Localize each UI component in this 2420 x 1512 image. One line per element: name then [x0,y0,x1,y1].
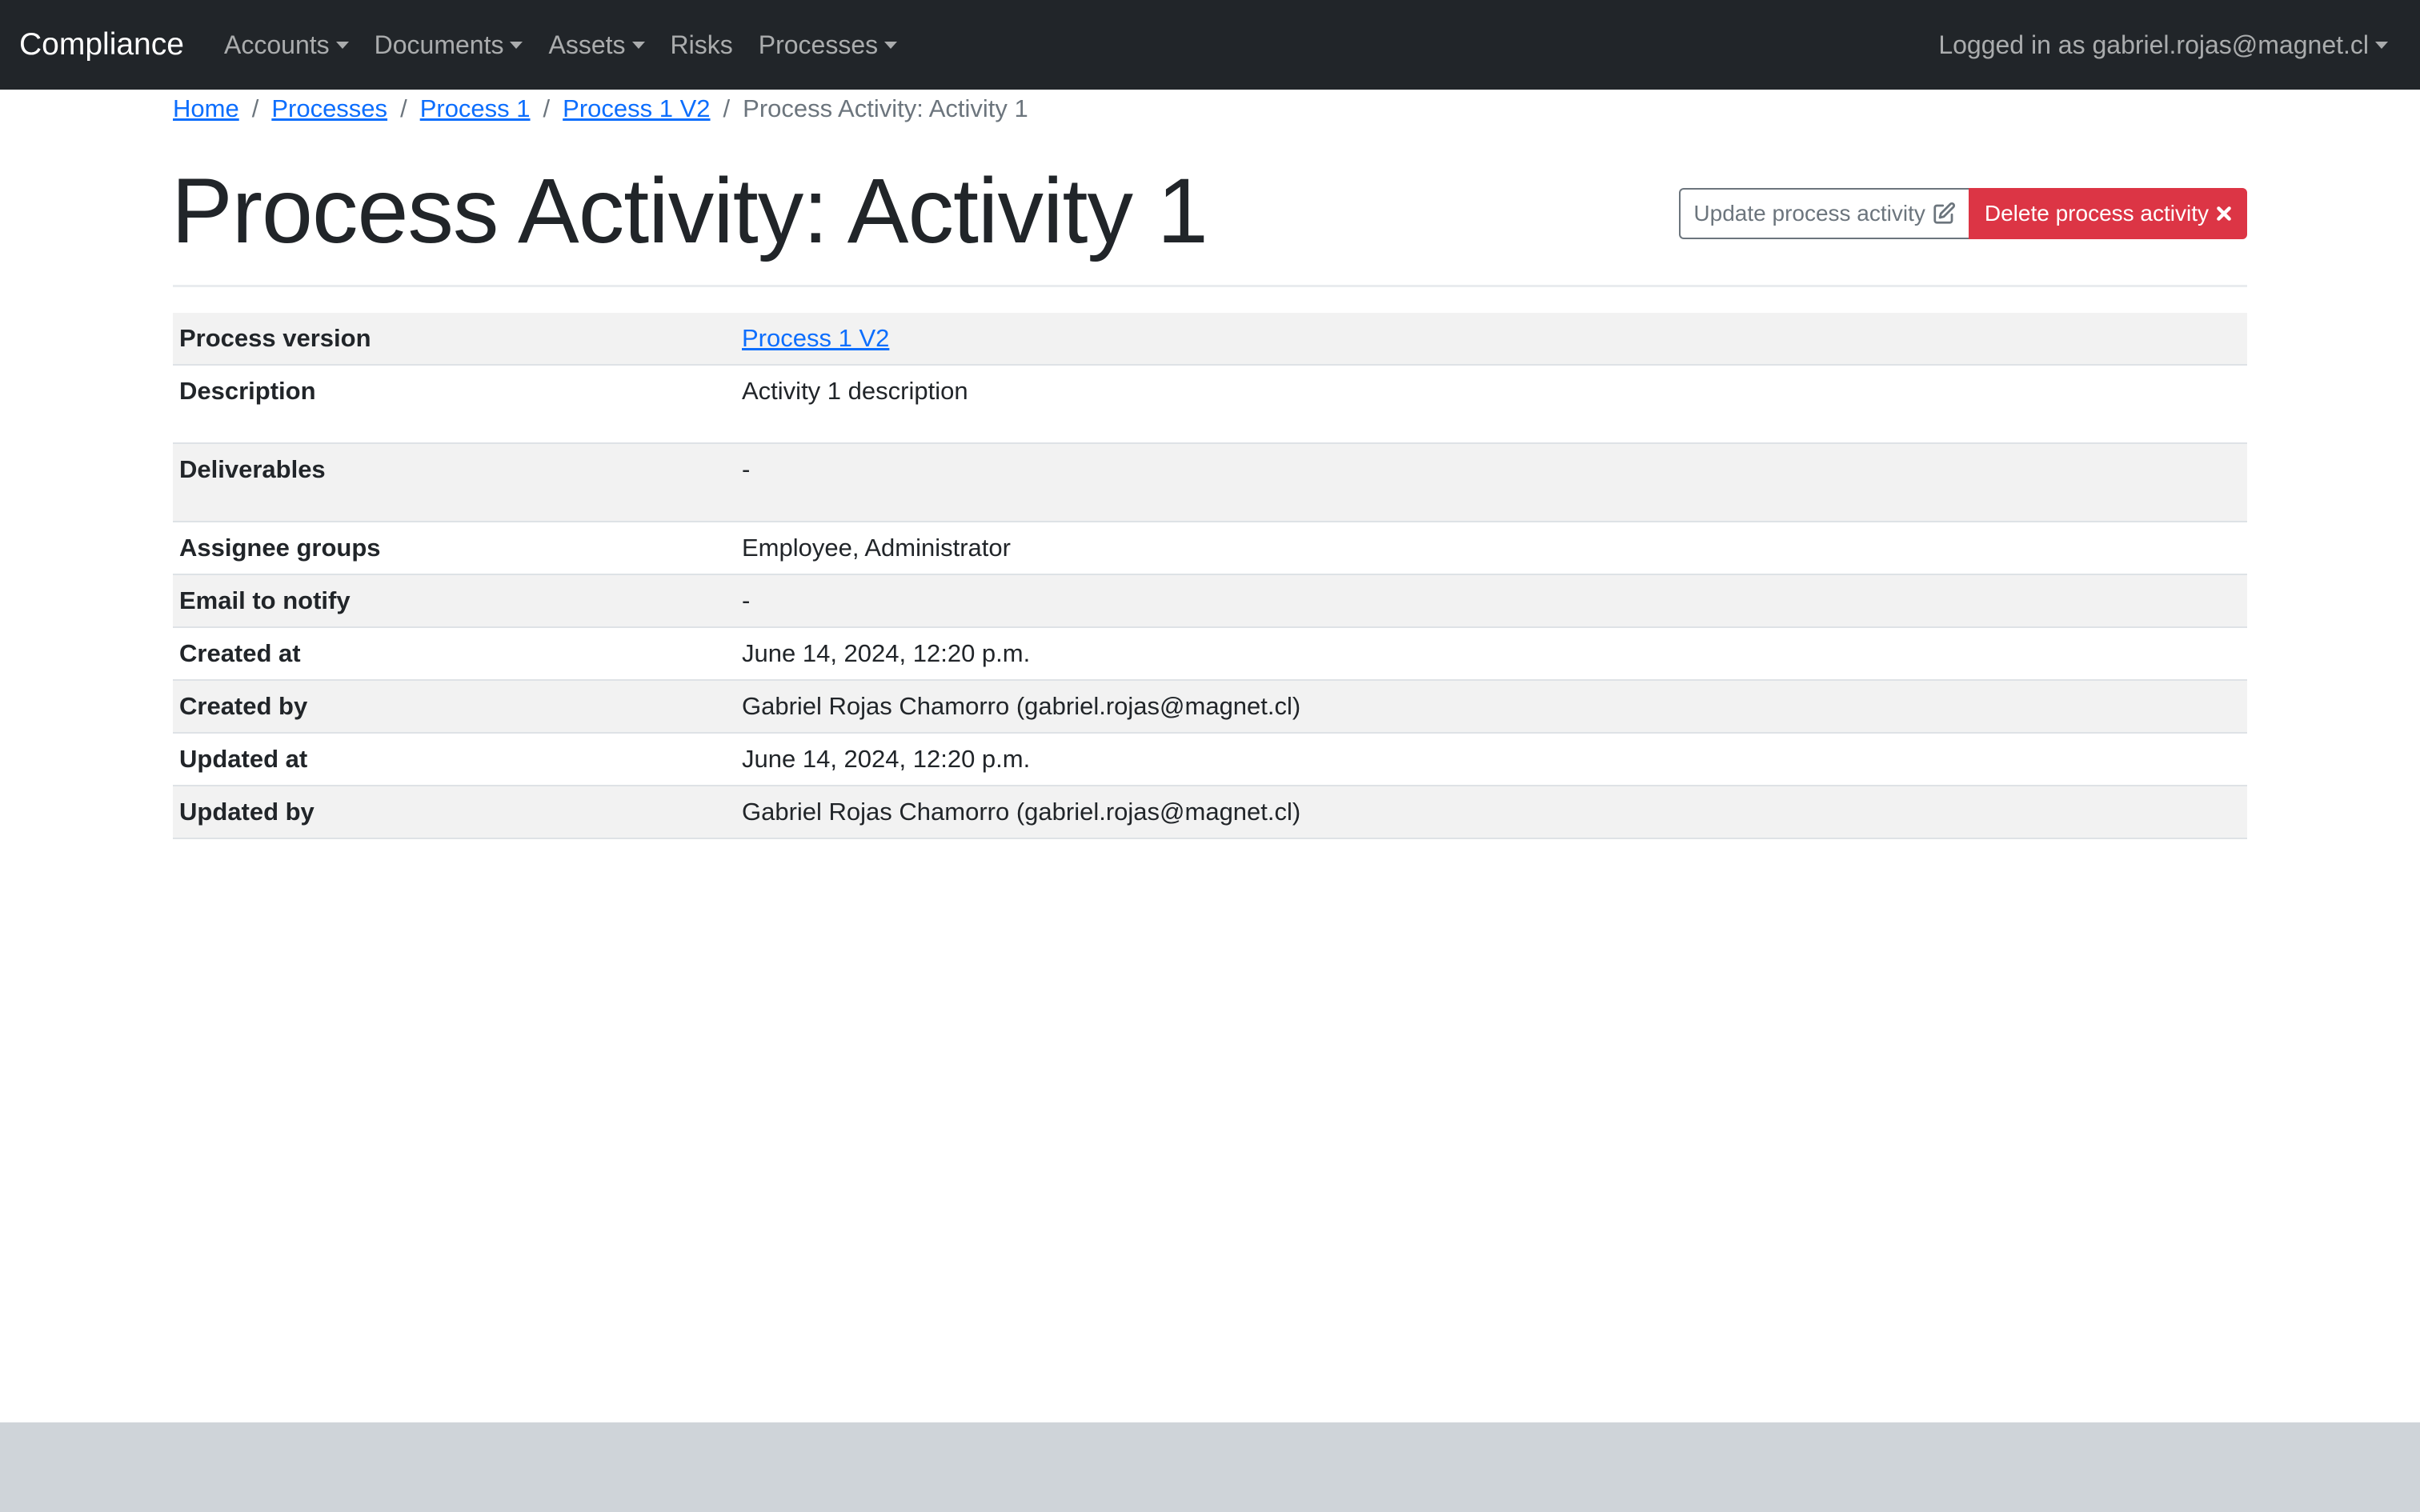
row-value: June 14, 2024, 12:20 p.m. [742,627,2247,680]
updated-at-label: Updated at [179,745,308,773]
breadcrumb-separator: / [543,94,551,122]
nav-item-label: Processes [758,30,879,59]
table-row: Email to notify - [173,574,2247,627]
breadcrumb-separator: / [251,94,259,122]
nav-item-label: Risks [670,30,733,59]
page: Compliance Accounts Documents Assets Ris… [0,0,2420,1512]
close-icon [2215,205,2233,222]
created-by-label: Created by [179,692,308,720]
breadcrumb: Home / Processes / Process 1 / Process 1… [173,93,1028,125]
created-by-value: Gabriel Rojas Chamorro (gabriel.rojas@ma… [742,692,1301,720]
nav-item-label: Assets [548,30,626,59]
table-row: Description Activity 1 description [173,365,2247,443]
updated-at-value: June 14, 2024, 12:20 p.m. [742,745,1031,773]
description-label: Description [179,377,316,405]
activity-details-table: Process version Process 1 V2 Description… [173,313,2247,839]
update-button-label: Update process activity [1693,201,1925,226]
nav-item-label: Accounts [224,30,330,59]
table-row: Assignee groups Employee, Administrator [173,522,2247,574]
deliverables-value: - [742,455,751,483]
row-label: Deliverables [173,443,742,522]
updated-by-label: Updated by [179,798,315,826]
page-title: Process Activity: Activity 1 [171,160,1208,262]
row-value: June 14, 2024, 12:20 p.m. [742,733,2247,786]
breadcrumb-process-link[interactable]: Process 1 [420,94,531,123]
user-menu-label: Logged in as gabriel.rojas@magnet.cl [1938,30,2369,59]
nav-item-assets[interactable]: Assets [548,30,645,60]
row-label: Created at [173,627,742,680]
assignee-groups-label: Assignee groups [179,534,381,562]
row-value: Employee, Administrator [742,522,2247,574]
footer [0,1422,2420,1512]
process-version-label: Process version [179,324,371,352]
email-to-notify-label: Email to notify [179,586,351,614]
table-row: Deliverables - [173,443,2247,522]
created-at-label: Created at [179,639,301,667]
email-to-notify-value: - [742,586,751,614]
row-label: Created by [173,680,742,733]
nav-item-accounts[interactable]: Accounts [224,30,349,60]
caret-down-icon [631,41,645,49]
top-navbar: Compliance Accounts Documents Assets Ris… [0,0,2420,90]
delete-process-activity-button[interactable]: Delete process activity [1968,188,2247,239]
nav-item-risks[interactable]: Risks [671,30,733,60]
created-at-value: June 14, 2024, 12:20 p.m. [742,639,1031,667]
row-label: Process version [173,313,742,365]
breadcrumb-current: Process Activity: Activity 1 [743,94,1028,122]
table-row: Created by Gabriel Rojas Chamorro (gabri… [173,680,2247,733]
user-menu[interactable]: Logged in as gabriel.rojas@magnet.cl [1938,0,2388,90]
row-value: - [742,574,2247,627]
caret-down-icon [335,41,349,49]
nav-item-processes[interactable]: Processes [758,30,898,60]
title-divider [173,285,2247,287]
table-row: Updated at June 14, 2024, 12:20 p.m. [173,733,2247,786]
delete-button-label: Delete process activity [1984,201,2209,226]
row-value: Activity 1 description [742,365,2247,443]
edit-icon [1932,202,1956,226]
table-row: Created at June 14, 2024, 12:20 p.m. [173,627,2247,680]
row-value: Gabriel Rojas Chamorro (gabriel.rojas@ma… [742,680,2247,733]
caret-down-icon [510,41,523,49]
row-label: Description [173,365,742,443]
updated-by-value: Gabriel Rojas Chamorro (gabriel.rojas@ma… [742,798,1301,826]
row-label: Email to notify [173,574,742,627]
row-label: Assignee groups [173,522,742,574]
nav-menu: Accounts Documents Assets Risks Processe… [224,0,923,90]
nav-item-documents[interactable]: Documents [375,30,523,60]
row-label: Updated at [173,733,742,786]
assignee-groups-value: Employee, Administrator [742,534,1011,562]
nav-item-label: Documents [374,30,504,59]
row-value: Process 1 V2 [742,313,2247,365]
caret-down-icon [2375,41,2388,49]
breadcrumb-separator: / [723,94,731,122]
description-value: Activity 1 description [742,377,968,405]
caret-down-icon [884,41,898,49]
deliverables-label: Deliverables [179,455,326,483]
brand-link[interactable]: Compliance [19,0,184,90]
breadcrumb-separator: / [400,94,407,122]
action-button-group: Update process activity Delete process a… [1679,188,2247,239]
breadcrumb-home-link[interactable]: Home [173,94,239,123]
row-value: - [742,443,2247,522]
process-version-link[interactable]: Process 1 V2 [742,324,889,352]
table-row: Process version Process 1 V2 [173,313,2247,365]
table-row: Updated by Gabriel Rojas Chamorro (gabri… [173,786,2247,838]
breadcrumb-processes-link[interactable]: Processes [271,94,387,123]
breadcrumb-process-version-link[interactable]: Process 1 V2 [563,94,710,123]
update-process-activity-button[interactable]: Update process activity [1679,188,1969,239]
row-label: Updated by [173,786,742,838]
row-value: Gabriel Rojas Chamorro (gabriel.rojas@ma… [742,786,2247,838]
